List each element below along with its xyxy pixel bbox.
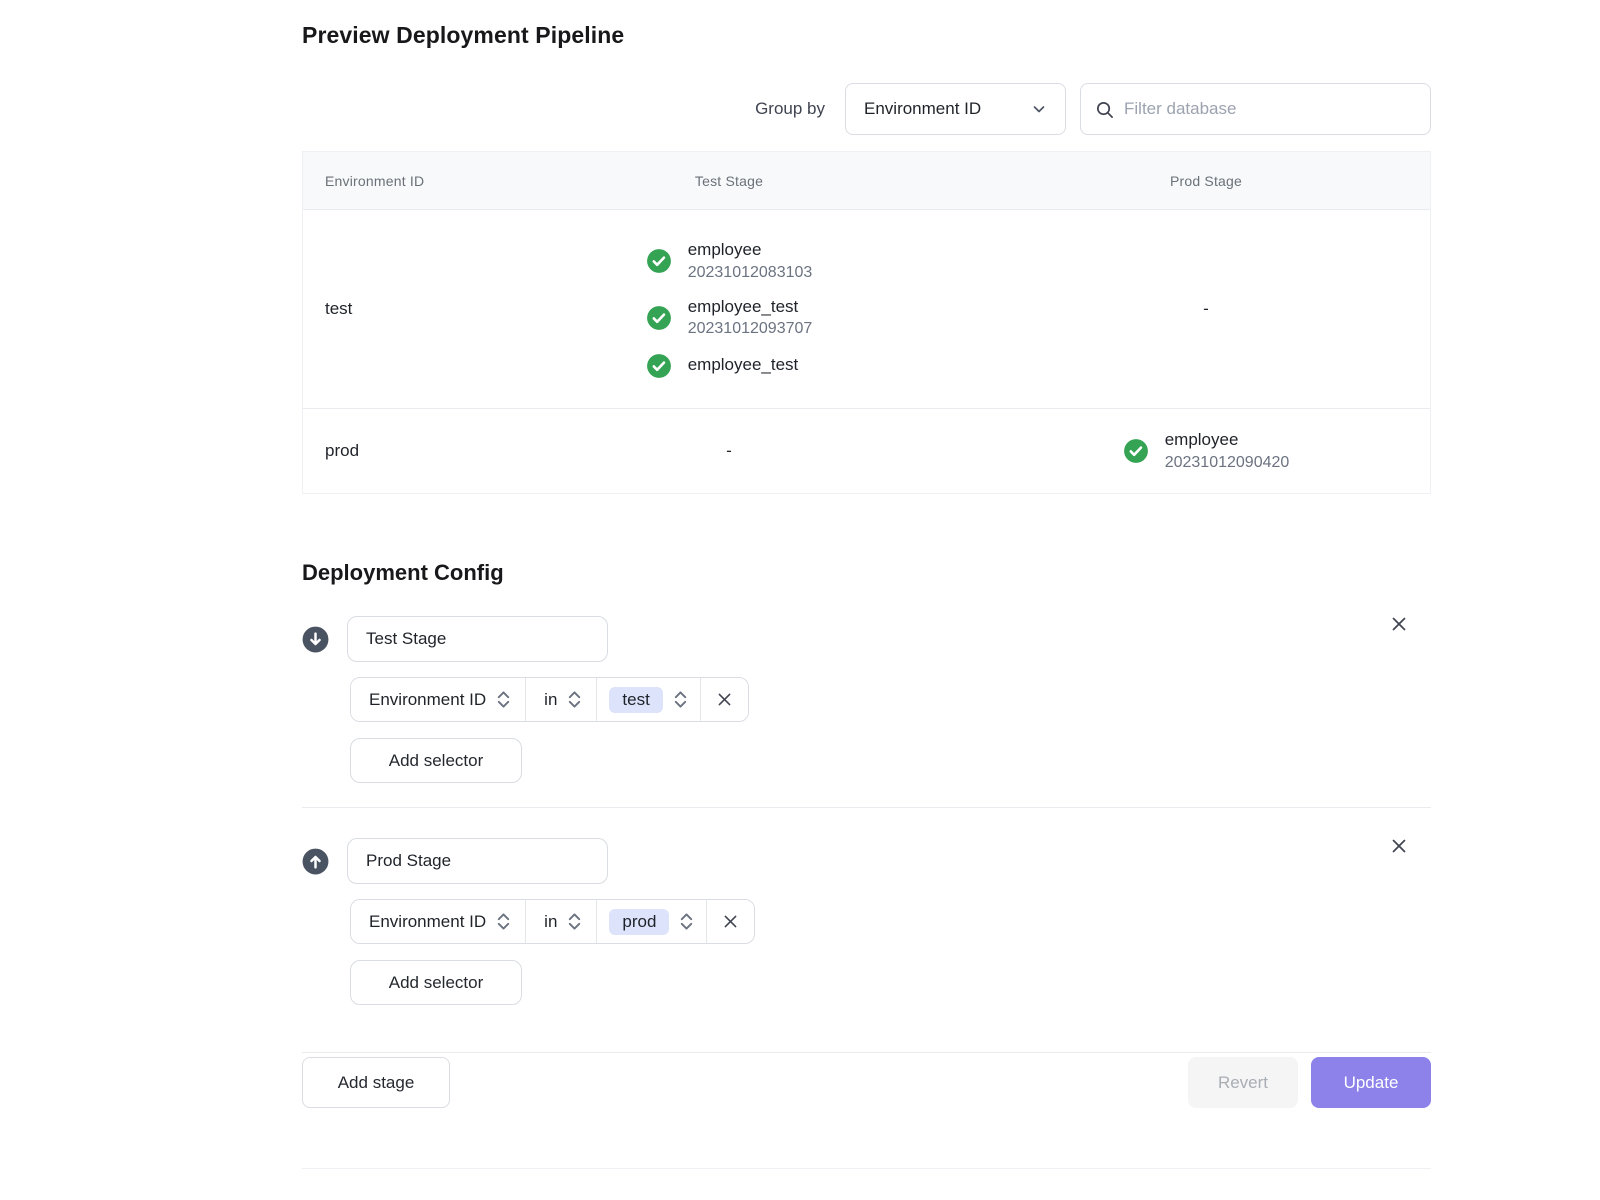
database-timestamp: 20231012083103	[688, 262, 813, 283]
table-row: prod - employee 20231012090420	[303, 409, 1430, 493]
prod-stage-empty: -	[1203, 299, 1209, 319]
close-icon	[716, 691, 733, 708]
database-name: employee_test	[688, 354, 799, 376]
database-status-item: employee 20231012090420	[1123, 429, 1290, 473]
selector-operator-dropdown[interactable]: in	[525, 900, 596, 943]
check-circle-icon	[1123, 438, 1149, 464]
prod-stage-cell: employee 20231012090420	[1123, 429, 1290, 473]
unfold-icon	[567, 912, 582, 931]
selector-value-dropdown[interactable]: test	[596, 678, 699, 721]
filter-database-input[interactable]	[1124, 99, 1416, 119]
pipeline-toolbar: Group by Environment ID	[302, 83, 1431, 135]
selector-value-dropdown[interactable]: prod	[596, 900, 706, 943]
unfold-icon	[496, 912, 511, 931]
bottom-divider	[302, 1168, 1431, 1169]
test-stage-empty: -	[726, 441, 732, 461]
main-content: Preview Deployment Pipeline Group by Env…	[302, 0, 1431, 1169]
database-name: employee_test	[688, 296, 813, 318]
selector-value-tag: test	[609, 687, 662, 713]
selector-field-dropdown[interactable]: Environment ID	[351, 678, 525, 721]
env-id-cell: test	[303, 299, 476, 319]
selector-field-dropdown[interactable]: Environment ID	[351, 900, 525, 943]
deployment-config-title: Deployment Config	[302, 560, 1431, 586]
filter-database-box[interactable]	[1080, 83, 1431, 135]
pipeline-table: Environment ID Test Stage Prod Stage tes…	[302, 151, 1431, 494]
column-header-prod-stage: Prod Stage	[1170, 173, 1242, 189]
table-header: Environment ID Test Stage Prod Stage	[303, 152, 1430, 210]
check-circle-icon	[646, 305, 672, 331]
database-name: employee	[688, 239, 813, 261]
revert-button[interactable]: Revert	[1188, 1057, 1298, 1108]
group-by-select[interactable]: Environment ID	[845, 83, 1066, 135]
table-row: test employee 20231012083103	[303, 210, 1430, 409]
column-header-environment-id: Environment ID	[303, 173, 476, 189]
database-name: employee	[1165, 429, 1290, 451]
column-header-test-stage: Test Stage	[695, 173, 763, 189]
group-by-value: Environment ID	[864, 99, 981, 119]
check-circle-icon	[646, 248, 672, 274]
database-timestamp: 20231012090420	[1165, 452, 1290, 473]
add-selector-button[interactable]: Add selector	[350, 738, 522, 783]
check-circle-icon	[646, 353, 672, 379]
remove-stage-button[interactable]	[1385, 832, 1413, 863]
test-stage-cell: employee 20231012083103 employee_test 20…	[646, 239, 813, 378]
selector-operator-dropdown[interactable]: in	[525, 678, 596, 721]
remove-stage-button[interactable]	[1385, 610, 1413, 641]
update-button[interactable]: Update	[1311, 1057, 1431, 1108]
group-by-label: Group by	[755, 99, 825, 119]
add-selector-button[interactable]: Add selector	[350, 960, 522, 1005]
page-title: Preview Deployment Pipeline	[302, 22, 1431, 49]
database-timestamp: 20231012093707	[688, 318, 813, 339]
search-icon	[1095, 100, 1114, 119]
database-status-item: employee 20231012083103	[646, 239, 813, 283]
stage-name-input[interactable]	[347, 838, 608, 884]
remove-selector-button[interactable]	[706, 900, 754, 943]
stage-config-test: Environment ID in test	[302, 586, 1431, 783]
database-status-item: employee_test	[646, 353, 813, 379]
config-actions: Add stage Revert Update	[302, 1057, 1431, 1108]
selector-group: Environment ID in test	[350, 677, 749, 722]
unfold-icon	[567, 690, 582, 709]
unfold-icon	[496, 690, 511, 709]
actions-divider	[302, 1052, 1431, 1053]
stage-config-prod: Environment ID in prod	[302, 808, 1431, 1005]
unfold-icon	[679, 912, 694, 931]
selector-group: Environment ID in prod	[350, 899, 755, 944]
env-id-cell: prod	[303, 441, 476, 461]
stage-name-input[interactable]	[347, 616, 608, 662]
unfold-icon	[673, 690, 688, 709]
chevron-down-icon	[1031, 101, 1047, 117]
selector-value-tag: prod	[609, 909, 669, 935]
stage-up-arrow-icon	[302, 848, 329, 875]
stage-down-arrow-icon	[302, 626, 329, 653]
database-status-item: employee_test 20231012093707	[646, 296, 813, 340]
remove-selector-button[interactable]	[700, 678, 748, 721]
close-icon	[722, 913, 739, 930]
add-stage-button[interactable]: Add stage	[302, 1057, 450, 1108]
